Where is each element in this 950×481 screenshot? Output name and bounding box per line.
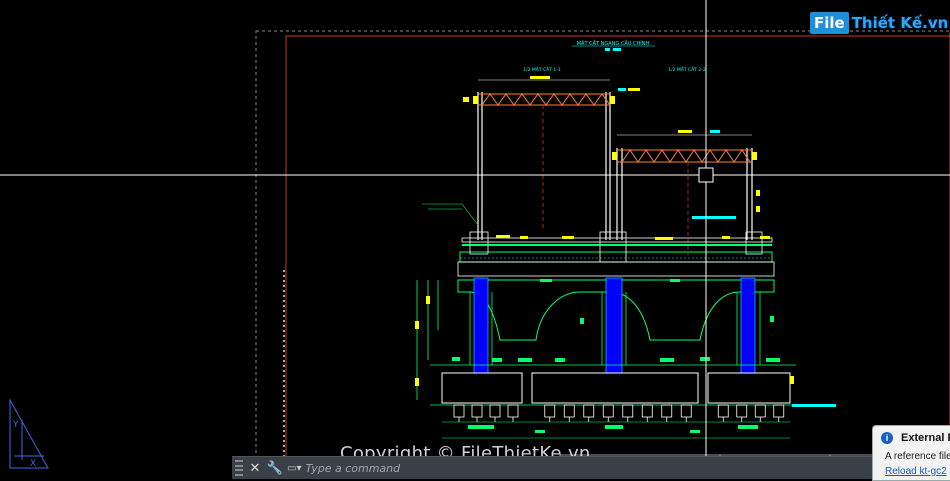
ucs-y-label: Y (12, 420, 19, 430)
pile (544, 404, 556, 418)
pile (507, 404, 519, 418)
left-half-label: 1/2 MẶT CẮT 1-1 (523, 65, 561, 73)
pile (602, 404, 614, 418)
info-icon: i (881, 432, 893, 444)
pier-column-left (473, 277, 489, 374)
pile (471, 404, 483, 418)
ucs-x-label: X (30, 459, 36, 469)
pile (717, 404, 729, 418)
logo-box: File (810, 12, 849, 34)
command-input[interactable]: Type a command (305, 462, 400, 475)
pile (563, 404, 575, 418)
pile (736, 404, 748, 418)
pile (754, 404, 766, 418)
pile (773, 404, 785, 418)
pile (641, 404, 653, 418)
pier-column-middle (605, 277, 623, 374)
grip-handle-icon[interactable] (235, 460, 243, 476)
command-prompt-icon[interactable]: ▭▾ (287, 463, 301, 474)
external-reference-notification[interactable]: i External R A reference file Reload kt-… (872, 425, 950, 481)
right-half-label: 1/2 MẶT CẮT 2-2 (668, 65, 706, 73)
notification-title: External R (901, 432, 950, 444)
command-line-bar[interactable]: ✕ 🔧 ▭▾ Type a command (232, 456, 872, 479)
cad-drawing: MẶT CẮT NGANG CẦU CHÍNH 1/2 MẶT CẮT 1-1 … (0, 0, 950, 479)
pile (622, 404, 634, 418)
pile (453, 404, 465, 418)
reload-link[interactable]: Reload kt-gc2 (885, 466, 947, 477)
pile (583, 404, 595, 418)
pile (661, 404, 673, 418)
wrench-icon[interactable]: 🔧 (267, 460, 283, 476)
pier-column-right (740, 277, 756, 374)
pile (680, 404, 692, 418)
filethietke-logo: File Thiết Kế.vn (810, 12, 948, 34)
notification-body: A reference file (885, 451, 950, 462)
pile (489, 404, 501, 418)
model-space-viewport[interactable]: MẶT CẮT NGANG CẦU CHÍNH 1/2 MẶT CẮT 1-1 … (0, 0, 950, 479)
logo-text: Thiết Kế.vn (851, 14, 949, 32)
close-icon[interactable]: ✕ (247, 460, 263, 476)
